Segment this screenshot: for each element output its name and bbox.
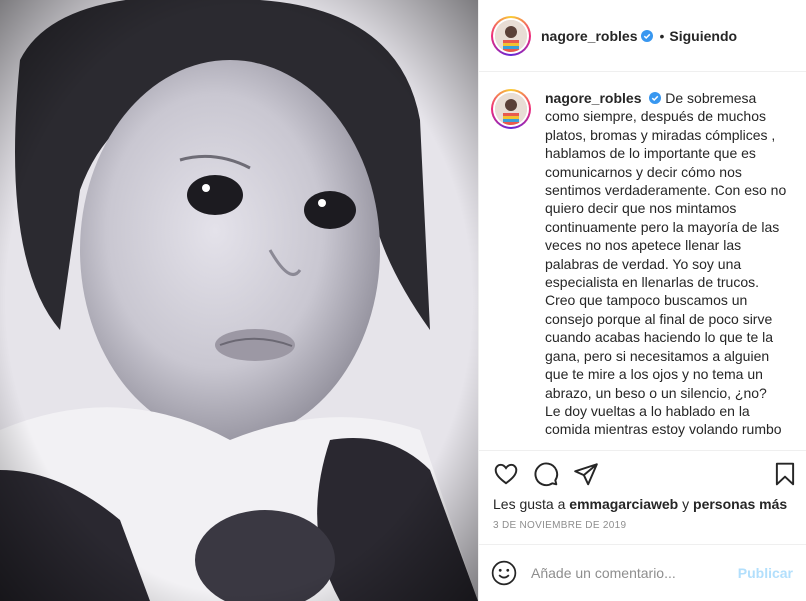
- likes-summary: Les gusta a emmagarciaweb y personas más: [493, 496, 787, 512]
- publish-button[interactable]: Publicar: [738, 565, 793, 581]
- likes-connector: y: [682, 496, 690, 512]
- comment-form: Publicar: [479, 544, 806, 601]
- author-avatar[interactable]: [491, 15, 531, 56]
- portrait-photo: [0, 0, 478, 601]
- heart-icon[interactable]: [493, 461, 519, 487]
- author-username[interactable]: nagore_robles: [541, 28, 637, 44]
- caption-body: nagore_robles De sobremesa como siempre,…: [545, 89, 793, 439]
- share-icon[interactable]: [573, 461, 599, 487]
- caption-scroll-area[interactable]: nagore_robles De sobremesa como siempre,…: [479, 73, 806, 450]
- comment-icon[interactable]: [533, 461, 559, 487]
- separator-dot: •: [659, 27, 665, 44]
- likes-others-link[interactable]: personas más: [693, 496, 787, 512]
- post-photo[interactable]: [0, 0, 478, 601]
- caption-comment: nagore_robles De sobremesa como siempre,…: [491, 89, 793, 439]
- following-button[interactable]: Siguiendo: [669, 28, 737, 44]
- caption-text: De sobremesa como siempre, después de mu…: [545, 90, 787, 438]
- avatar-photo-icon: [495, 93, 527, 125]
- likes-prefix: Les gusta a: [493, 496, 566, 512]
- emoji-icon[interactable]: [491, 560, 517, 586]
- action-bar: [479, 450, 806, 494]
- avatar-photo-icon: [495, 19, 527, 52]
- caption-username[interactable]: nagore_robles: [545, 90, 641, 106]
- post-header: nagore_robles • Siguiendo: [479, 0, 806, 72]
- post-date[interactable]: 3 DE NOVIEMBRE DE 2019: [493, 520, 626, 531]
- caption-author-avatar[interactable]: [491, 89, 531, 129]
- liker-username[interactable]: emmagarciaweb: [569, 496, 678, 512]
- comment-input[interactable]: [531, 565, 738, 581]
- verified-badge-icon: [641, 29, 654, 42]
- post-side-panel: nagore_robles • Siguiendo nagore_robles …: [478, 0, 806, 601]
- bookmark-icon[interactable]: [772, 461, 798, 487]
- verified-badge-icon: [649, 92, 662, 104]
